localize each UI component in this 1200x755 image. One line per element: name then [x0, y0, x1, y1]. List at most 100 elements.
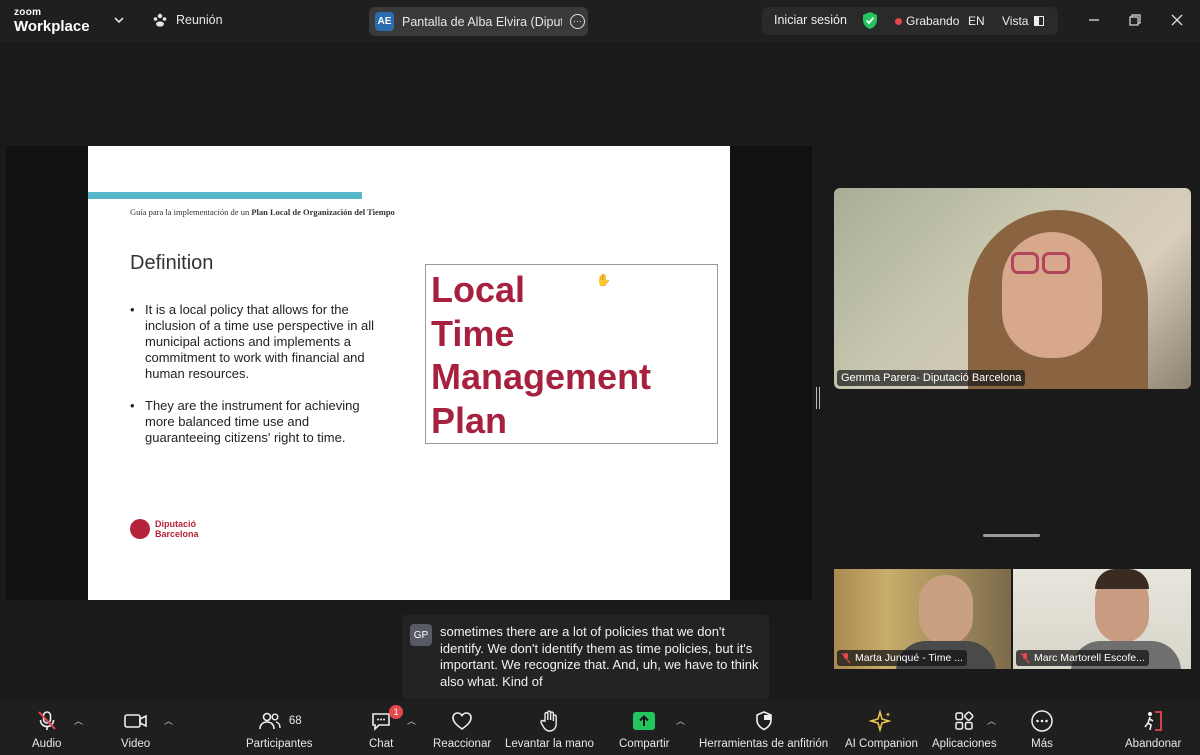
- slide-big-title: Local Time Management Plan: [431, 268, 711, 442]
- participants-button[interactable]: 68 Participantes: [246, 709, 312, 750]
- participants-label: Participantes: [246, 738, 313, 750]
- more-button[interactable]: Más: [1030, 709, 1054, 750]
- ai-companion-button[interactable]: AI Companion: [845, 709, 918, 750]
- video-label: Video: [121, 738, 151, 750]
- participants-icon: [153, 13, 167, 27]
- gallery-pager[interactable]: [983, 534, 1040, 537]
- slide-bullet-list: It is a local policy that allows for the…: [130, 302, 380, 462]
- diputacio-logo: Diputació Barcelona: [130, 519, 199, 539]
- active-speaker-video[interactable]: Gemma Parera- Diputació Barcelona: [834, 188, 1191, 389]
- slide-title-box: Local Time Management Plan ✋: [425, 264, 718, 444]
- raised-hand-icon: [540, 710, 558, 732]
- more-dots-icon: [1031, 710, 1053, 732]
- hand-cursor-icon: ✋: [596, 273, 611, 287]
- glasses-icon: [1042, 252, 1070, 274]
- meeting-label: Reunión: [176, 13, 223, 27]
- muted-mic-icon: [1020, 652, 1030, 664]
- video-camera-icon: [123, 714, 147, 728]
- participant-name-label: Marc Martorell Escofe...: [1016, 650, 1149, 666]
- participants-icon: [259, 712, 281, 730]
- chevron-up-icon[interactable]: ︿: [407, 714, 416, 727]
- meeting-info-button[interactable]: Reunión: [152, 12, 223, 28]
- host-tools-button[interactable]: Herramientas de anfitrión: [699, 709, 828, 750]
- participant-video-tile[interactable]: Marta Junqué - Time ...: [834, 569, 1011, 669]
- participant-name-label: Marta Junqué - Time ...: [837, 650, 967, 666]
- meeting-toolbar: Audio ︿ Video ︿ 68 Participantes 1 Chat …: [0, 700, 1200, 755]
- participant-name: Marc Martorell Escofe...: [1034, 652, 1145, 664]
- next-page-icon[interactable]: ›: [1172, 608, 1188, 632]
- participant-name: Marta Junqué - Time ...: [855, 652, 963, 664]
- glasses-icon: [1011, 252, 1039, 274]
- share-screen-icon: [633, 712, 656, 730]
- chevron-up-icon[interactable]: ︿: [676, 714, 685, 727]
- heart-icon: [452, 712, 472, 730]
- guide-bold: Plan Local de Organización del Tiempo: [251, 207, 395, 217]
- logo-text-line1: Diputació: [155, 519, 197, 529]
- recording-label: Grabando: [906, 14, 960, 28]
- logo-line1: zoom: [14, 7, 42, 18]
- more-label: Más: [1031, 738, 1053, 750]
- close-icon[interactable]: [1170, 13, 1184, 27]
- title-line: Local: [431, 269, 526, 310]
- raise-hand-button[interactable]: Levantar la mano: [505, 709, 594, 750]
- title-line: Management: [431, 356, 652, 397]
- audio-button[interactable]: Audio: [32, 709, 61, 750]
- restore-icon[interactable]: [1128, 13, 1142, 27]
- leave-label: Abandonar: [1125, 738, 1182, 750]
- participant-hair: [1095, 569, 1149, 589]
- more-options-icon[interactable]: ···: [570, 14, 585, 29]
- leave-door-icon: [1144, 711, 1163, 731]
- chevron-up-icon[interactable]: ︿: [987, 714, 996, 727]
- title-line: Time: [431, 312, 515, 354]
- sparkle-icon: [869, 709, 893, 733]
- presentation-slide: Guía para la implementación de un Plan L…: [88, 146, 730, 600]
- video-button[interactable]: Video: [121, 709, 150, 750]
- view-layout-icon: [1034, 16, 1045, 26]
- shield-icon: [755, 711, 772, 731]
- chevron-down-icon[interactable]: [112, 13, 126, 27]
- header-status-group: Iniciar sesión Grabando EN Vista: [762, 7, 1058, 35]
- muted-mic-icon: [841, 652, 851, 664]
- slide-guide-text: Guía para la implementación de un Plan L…: [130, 207, 395, 217]
- logo-line2: Workplace: [14, 18, 90, 35]
- caption-text: sometimes there are a lot of policies th…: [440, 624, 759, 689]
- react-button[interactable]: Reaccionar: [433, 709, 491, 750]
- screen-share-pill[interactable]: AE Pantalla de Alba Elvira (Diputació ··…: [369, 7, 588, 36]
- audio-label: Audio: [32, 738, 62, 750]
- chat-badge: 1: [389, 705, 404, 719]
- apps-icon: [955, 711, 974, 730]
- title-bar: zoom Workplace Reunión AE Pantalla de Al…: [0, 0, 1200, 42]
- logo-text-line2: Barcelona: [155, 529, 199, 539]
- leave-button[interactable]: Abandonar: [1125, 709, 1181, 750]
- login-button[interactable]: Iniciar sesión: [774, 13, 847, 27]
- view-button[interactable]: Vista: [1002, 14, 1045, 28]
- share-button[interactable]: Compartir: [619, 709, 669, 750]
- slide-bullet: They are the instrument for achieving mo…: [130, 398, 380, 446]
- apps-label: Aplicaciones: [932, 738, 997, 750]
- chevron-up-icon[interactable]: ︿: [74, 714, 83, 727]
- caption-speaker-avatar: GP: [410, 624, 432, 646]
- language-button[interactable]: EN: [968, 14, 985, 28]
- react-label: Reaccionar: [433, 738, 492, 750]
- chat-button[interactable]: 1 Chat: [369, 705, 404, 750]
- raise-hand-label: Levantar la mano: [505, 738, 594, 750]
- share-label: Compartir: [619, 738, 670, 750]
- security-shield-icon[interactable]: [862, 11, 878, 30]
- recording-indicator[interactable]: Grabando: [895, 14, 959, 28]
- panel-resize-handle[interactable]: [816, 387, 820, 409]
- participant-head: [919, 575, 973, 645]
- guide-prefix: Guía para la implementación de un: [130, 207, 252, 217]
- minimize-icon[interactable]: [1087, 13, 1101, 27]
- slide-accent-bar: [88, 192, 362, 199]
- participants-count: 68: [288, 715, 302, 727]
- title-line: Plan: [431, 399, 508, 441]
- live-caption: GP sometimes there are a lot of policies…: [402, 615, 769, 699]
- slide-bullet: It is a local policy that allows for the…: [130, 302, 380, 382]
- share-label: Pantalla de Alba Elvira (Diputació: [402, 14, 562, 29]
- sharer-avatar: AE: [375, 12, 394, 31]
- speaker-face: [1002, 232, 1102, 358]
- recording-dot-icon: [895, 17, 902, 25]
- speaker-name-label: Gemma Parera- Diputació Barcelona: [837, 370, 1026, 386]
- participant-video-tile[interactable]: Marc Martorell Escofe...: [1013, 569, 1191, 669]
- chevron-up-icon[interactable]: ︿: [164, 714, 173, 727]
